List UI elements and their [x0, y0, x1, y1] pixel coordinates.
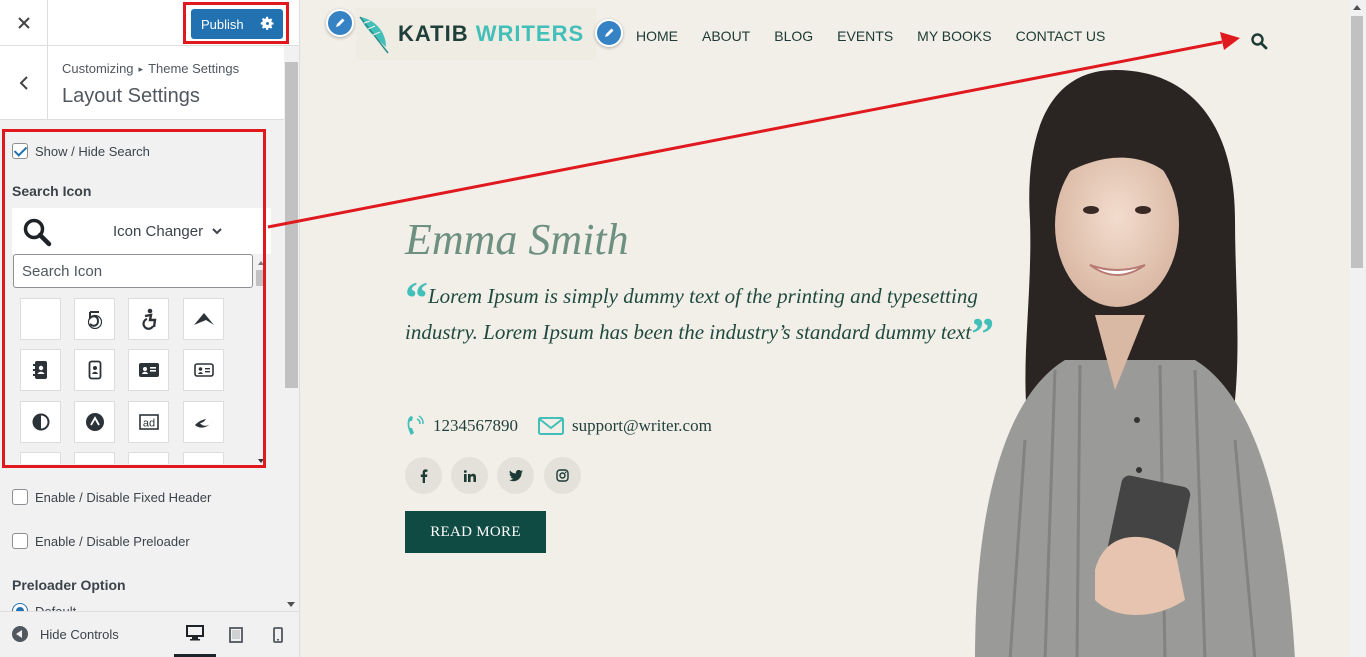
logo-text-part1: KATIB [398, 21, 469, 46]
logo-edit-shortcut[interactable] [326, 9, 354, 37]
twitter-link[interactable] [497, 457, 534, 494]
nav-item-about[interactable]: ABOUT [702, 28, 750, 44]
contact-info: 1234567890 support@writer.com [405, 414, 712, 438]
scroll-down-icon[interactable] [287, 602, 295, 607]
breadcrumb: Customizing ▸ Theme Settings [62, 61, 239, 76]
facebook-icon [420, 468, 427, 483]
pencil-icon [605, 28, 614, 37]
hero-quote-text: Lorem Ipsum is simply dummy text of the … [405, 284, 978, 344]
collapse-icon [12, 626, 28, 642]
section-header: Customizing ▸ Theme Settings Layout Settin… [0, 46, 284, 120]
desktop-icon [186, 625, 204, 641]
breadcrumb-parent: Theme Settings [148, 61, 240, 76]
search-icon[interactable] [1250, 32, 1268, 50]
hero-quote: “Lorem Ipsum is simply dummy text of the… [405, 275, 1045, 357]
gear-icon[interactable] [260, 16, 275, 31]
fixed-header-checkbox[interactable] [12, 489, 28, 505]
instagram-link[interactable] [544, 457, 581, 494]
chevron-left-icon [19, 75, 28, 90]
site-preview: KATIB WRITERS HOME ABOUT BLOG EVENTS MY … [300, 0, 1366, 657]
nav-item-home[interactable]: HOME [636, 28, 678, 44]
publish-highlight-box: Publish [183, 2, 289, 44]
publish-button[interactable]: Publish [191, 9, 283, 39]
twitter-icon [508, 469, 523, 481]
tablet-icon [229, 627, 243, 643]
read-more-button[interactable]: READ MORE [405, 511, 546, 553]
phone-number[interactable]: 1234567890 [433, 416, 518, 436]
logo-text-part2: WRITERS [475, 21, 585, 46]
linkedin-link[interactable] [451, 457, 488, 494]
preview-mobile-button[interactable] [257, 612, 299, 657]
nav-item-my-books[interactable]: MY BOOKS [917, 28, 991, 44]
preloader-label: Enable / Disable Preloader [35, 534, 190, 549]
close-icon [17, 17, 30, 29]
breadcrumb-separator-icon: ▸ [138, 64, 144, 74]
close-customizer-button[interactable] [0, 0, 48, 46]
back-button[interactable] [0, 46, 48, 119]
nav-item-contact-us[interactable]: CONTACT US [1016, 28, 1106, 44]
phone-icon [407, 415, 424, 435]
customizer-topbar: Publish [0, 0, 299, 46]
customizer-sidebar: Publish Customizing ▸ Theme Settings Layou… [0, 0, 300, 657]
fixed-header-label: Enable / Disable Fixed Header [35, 490, 212, 505]
preview-scrollbar-thumb[interactable] [1351, 16, 1363, 268]
hide-controls-button[interactable]: Hide Controls [12, 626, 119, 642]
hero-name: Emma Smith [405, 215, 629, 264]
nav-item-blog[interactable]: BLOG [774, 28, 813, 44]
logo-text: KATIB WRITERS [398, 21, 584, 47]
sidebar-scrollbar-thumb[interactable] [285, 62, 298, 388]
preview-tablet-button[interactable] [215, 612, 257, 657]
breadcrumb-root: Customizing [62, 61, 134, 76]
site-logo[interactable]: KATIB WRITERS [356, 8, 596, 60]
close-quote-icon: ” [971, 308, 995, 359]
linkedin-icon [463, 469, 476, 482]
preloader-checkbox[interactable] [12, 533, 28, 549]
search-settings-highlight-box [2, 129, 266, 468]
facebook-link[interactable] [405, 457, 442, 494]
preview-desktop-button[interactable] [174, 612, 216, 657]
hide-controls-label: Hide Controls [40, 626, 119, 642]
scroll-up-icon[interactable] [1353, 5, 1361, 10]
preview-scrollbar[interactable] [1349, 0, 1366, 657]
feather-icon [359, 16, 389, 54]
main-navigation: HOME ABOUT BLOG EVENTS MY BOOKS CONTACT … [636, 28, 1129, 44]
email-address[interactable]: support@writer.com [572, 416, 712, 436]
section-title: Layout Settings [62, 85, 200, 107]
open-quote-icon: “ [405, 272, 428, 323]
pencil-icon [336, 18, 345, 27]
customizer-footer: Hide Controls [0, 611, 299, 657]
nav-item-events[interactable]: EVENTS [837, 28, 893, 44]
publish-label: Publish [201, 16, 244, 32]
menu-edit-shortcut[interactable] [595, 19, 623, 47]
email-icon [538, 417, 564, 435]
sidebar-scrollbar[interactable] [284, 46, 299, 611]
mobile-icon [273, 627, 283, 643]
preloader-option-label: Preloader Option [12, 577, 126, 593]
instagram-icon [556, 469, 569, 482]
